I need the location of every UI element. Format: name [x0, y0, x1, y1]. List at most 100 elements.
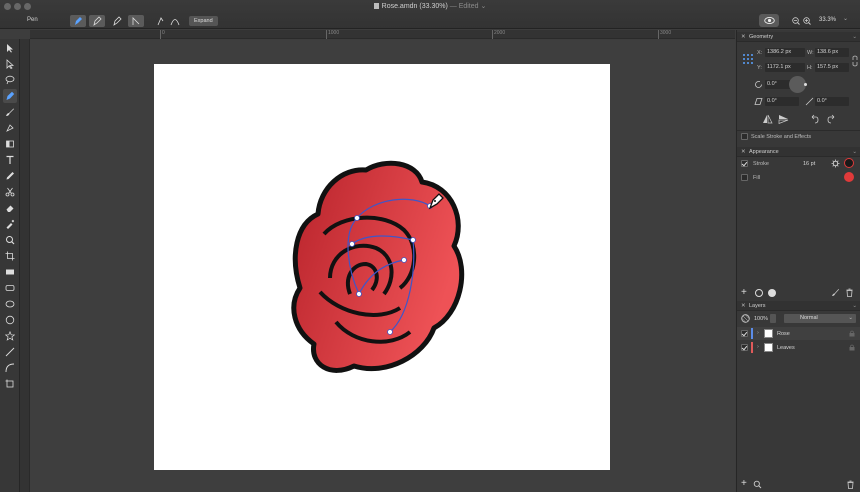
chevron-right-icon[interactable]: ›	[757, 344, 759, 350]
stroke-checkbox[interactable]	[741, 160, 748, 167]
scissors-tool[interactable]	[3, 185, 17, 199]
trash-icon[interactable]	[845, 288, 854, 297]
rotate-right-icon[interactable]	[827, 114, 837, 124]
close-icon[interactable]: ✕	[741, 147, 746, 157]
horizontal-ruler[interactable]: 0 1000 2000 3000	[30, 30, 735, 39]
layers-panel-header[interactable]: ✕ Layers ⌄	[737, 301, 860, 311]
add-appearance-icon[interactable]: +	[741, 287, 747, 298]
lasso-tool[interactable]	[3, 73, 17, 87]
search-icon[interactable]	[753, 480, 762, 489]
node-tool[interactable]	[3, 57, 17, 71]
zoom-tool[interactable]	[3, 233, 17, 247]
stroke-width-value[interactable]: 16 pt	[803, 161, 815, 167]
chevron-down-icon[interactable]: ⌄	[852, 32, 857, 42]
canvas[interactable]	[30, 40, 735, 492]
text-tool[interactable]	[3, 153, 17, 167]
close-icon[interactable]: ✕	[741, 32, 746, 42]
layer-opacity-value[interactable]: 100%	[754, 316, 768, 322]
trash-icon[interactable]	[846, 480, 855, 489]
crop-tool[interactable]	[3, 249, 17, 263]
rose-outline[interactable]	[291, 160, 465, 373]
expand-button[interactable]: Expand	[189, 16, 218, 26]
eraser-tool[interactable]	[3, 201, 17, 215]
stroke-color-swatch[interactable]	[844, 158, 854, 168]
geometry-panel-header[interactable]: ✕ Geometry ⌄	[737, 32, 860, 42]
vector-brush-tool[interactable]	[3, 105, 17, 119]
smart-pen-mode-button[interactable]	[89, 15, 105, 27]
opacity-stepper[interactable]	[770, 314, 776, 323]
flip-horizontal-icon[interactable]	[762, 114, 773, 124]
fill-checkbox[interactable]	[741, 174, 748, 181]
vertical-ruler[interactable]	[20, 39, 30, 492]
layer-visibility-checkbox[interactable]	[741, 330, 748, 337]
fill-label: Fill	[753, 175, 761, 181]
link-proportions-icon[interactable]	[852, 55, 858, 67]
window-title: Rose.amdn (33.30%) — Edited ⌄	[0, 2, 860, 10]
line-pen-mode-button[interactable]	[128, 15, 144, 27]
document-name: Rose.amdn (33.30%)	[381, 3, 448, 10]
chevron-down-icon[interactable]: ⌄	[852, 147, 857, 157]
skew-field[interactable]: 0.0°	[815, 97, 849, 106]
layer-row[interactable]: › Rose	[737, 327, 860, 340]
artboard-tool[interactable]	[3, 377, 17, 391]
polygon-pen-mode-button[interactable]	[109, 15, 125, 27]
y-field[interactable]: 1172.1 px	[765, 63, 805, 72]
rounded-rectangle-tool[interactable]	[3, 281, 17, 295]
lock-icon[interactable]	[849, 344, 855, 351]
shear-icon	[754, 98, 763, 105]
arc-tool[interactable]	[3, 361, 17, 375]
appearance-panel-header[interactable]: ✕ Appearance ⌄	[737, 147, 860, 157]
preview-toggle-button[interactable]	[759, 14, 779, 27]
layer-color-tag	[751, 328, 753, 339]
scale-stroke-checkbox[interactable]	[741, 133, 748, 140]
height-field[interactable]: 157.5 px	[815, 63, 849, 72]
layer-row[interactable]: › Leaves	[737, 341, 860, 354]
zoom-dropdown-chevron-icon[interactable]: ⌄	[843, 15, 848, 22]
eyedropper-tool[interactable]	[3, 217, 17, 231]
pen-mode-button[interactable]	[70, 15, 86, 27]
circle-tool[interactable]	[3, 313, 17, 327]
pen-icon	[75, 17, 82, 25]
chevron-down-icon[interactable]: ⌄	[852, 301, 857, 311]
zoom-in-icon[interactable]	[803, 17, 811, 25]
rotate-left-icon[interactable]	[809, 114, 819, 124]
lock-icon[interactable]	[849, 330, 855, 337]
artboard[interactable]	[154, 64, 610, 470]
scale-stroke-label: Scale Stroke and Effects	[751, 134, 812, 140]
shear-field[interactable]: 0.0°	[765, 97, 799, 106]
layers-title: Layers	[749, 303, 766, 309]
blend-mode-select[interactable]: Normal ⌄	[784, 314, 856, 323]
add-stroke-icon[interactable]	[755, 289, 763, 297]
zoom-level-field[interactable]: 33.3%	[815, 15, 840, 26]
line-tool[interactable]	[3, 345, 17, 359]
h-label: H:	[807, 65, 813, 71]
width-field[interactable]: 138.6 px	[815, 48, 849, 57]
opacity-icon	[741, 314, 750, 323]
chevron-right-icon[interactable]: ›	[757, 330, 759, 336]
smooth-node-button[interactable]	[167, 15, 183, 27]
add-layer-icon[interactable]: +	[741, 478, 747, 489]
shape-builder-tool[interactable]	[3, 137, 17, 151]
edited-status[interactable]: — Edited ⌄	[450, 3, 487, 10]
add-fill-icon[interactable]	[768, 289, 776, 297]
star-tool[interactable]	[3, 329, 17, 343]
layer-visibility-checkbox[interactable]	[741, 344, 748, 351]
rectangle-tool[interactable]	[3, 265, 17, 279]
brush-icon[interactable]	[831, 288, 840, 297]
x-field[interactable]: 1386.2 px	[765, 48, 805, 57]
sharp-node-icon	[157, 17, 164, 26]
star-icon	[5, 331, 15, 341]
close-icon[interactable]: ✕	[741, 301, 746, 311]
pen-tool[interactable]	[3, 89, 17, 103]
paint-brush-tool[interactable]	[3, 121, 17, 135]
fill-color-swatch[interactable]	[844, 172, 854, 182]
rotation-dial-knob[interactable]	[804, 83, 807, 86]
flip-vertical-icon[interactable]	[778, 114, 789, 124]
move-tool[interactable]	[3, 41, 17, 55]
pencil-tool[interactable]	[3, 169, 17, 183]
ellipse-tool[interactable]	[3, 297, 17, 311]
gear-icon[interactable]	[831, 159, 840, 168]
rose-artwork[interactable]	[154, 64, 610, 470]
zoom-out-icon[interactable]	[792, 17, 800, 25]
anchor-grid-icon[interactable]	[742, 53, 754, 65]
